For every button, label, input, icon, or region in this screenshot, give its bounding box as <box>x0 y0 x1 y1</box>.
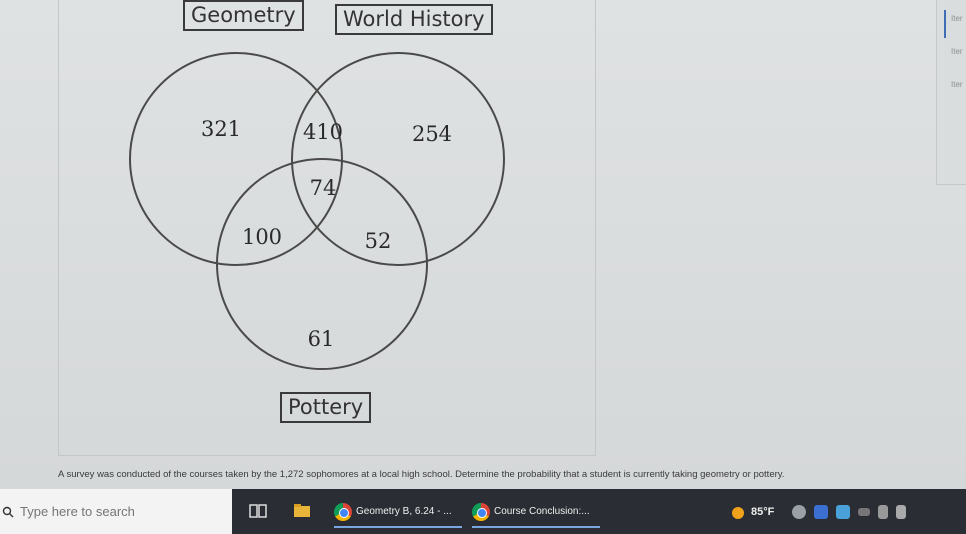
region-geometry-history: 410 <box>303 120 343 144</box>
screen: 321 410 254 74 100 52 61 Geometry World … <box>0 0 966 534</box>
taskbar: Geometry B, 6.24 - ... Course Conclusion… <box>0 489 966 534</box>
battery-icon[interactable] <box>858 508 871 516</box>
app-tray-icon[interactable] <box>792 505 807 519</box>
taskbar-app-label: Geometry B, 6.24 - ... <box>356 506 452 517</box>
weather-sun-icon[interactable] <box>730 504 748 520</box>
app-tray-icon[interactable] <box>814 505 829 519</box>
chrome-icon <box>334 502 352 521</box>
region-all-three: 74 <box>310 176 337 200</box>
pottery-label: Pottery <box>280 392 372 423</box>
panel-cursor <box>944 10 946 38</box>
file-explorer-icon[interactable] <box>292 501 312 521</box>
system-tray: 85°F <box>730 501 907 523</box>
active-indicator <box>334 526 462 528</box>
geometry-label: Geometry <box>183 0 304 31</box>
region-geometry-pottery: 100 <box>242 225 282 249</box>
taskbar-app-geometry[interactable]: Geometry B, 6.24 - ... <box>334 495 462 528</box>
panel-item[interactable]: Iter <box>951 47 963 56</box>
taskbar-app-label: Course Conclusion:... <box>494 506 590 517</box>
task-view-icon[interactable] <box>248 501 268 521</box>
taskbar-app-course[interactable]: Course Conclusion:... <box>472 495 600 528</box>
region-pottery-only: 61 <box>308 327 335 351</box>
question-figure-panel: 321 410 254 74 100 52 61 Geometry World … <box>58 0 596 456</box>
search-input[interactable] <box>18 503 222 520</box>
panel-item[interactable]: Iter <box>951 14 963 23</box>
right-side-panel: Iter Iter Iter <box>936 0 966 185</box>
volume-icon[interactable] <box>896 505 907 519</box>
question-text: A survey was conducted of the courses ta… <box>58 469 785 480</box>
world-history-label: World History <box>335 4 493 35</box>
region-geometry-only: 321 <box>201 117 241 141</box>
chrome-icon <box>472 502 490 521</box>
region-history-only: 254 <box>412 122 452 146</box>
venn-diagram: 321 410 254 74 100 52 61 <box>129 52 505 370</box>
region-history-pottery: 52 <box>365 229 392 253</box>
search-icon <box>2 506 14 517</box>
weather-temperature[interactable]: 85°F <box>751 506 774 518</box>
taskbar-search-box[interactable] <box>0 489 232 534</box>
panel-item[interactable]: Iter <box>951 80 963 89</box>
app-tray-icon[interactable] <box>836 505 851 519</box>
active-indicator <box>472 526 600 528</box>
network-icon[interactable] <box>878 505 889 519</box>
